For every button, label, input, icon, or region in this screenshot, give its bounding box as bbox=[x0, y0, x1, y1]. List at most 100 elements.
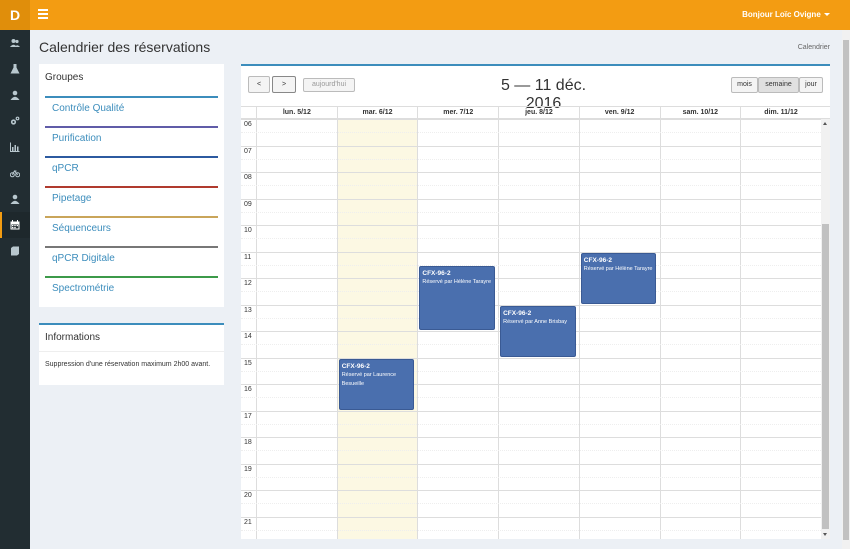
user-menu[interactable]: Bonjour Loïc Ovigne bbox=[742, 0, 830, 30]
group-color-bar bbox=[45, 186, 218, 188]
half-hour-line bbox=[241, 158, 821, 160]
calendar-day-header: lun. 5/12 mar. 6/12 mer. 7/12 jeu. 8/12 ven.… bbox=[241, 106, 830, 119]
group-label: qPCR bbox=[52, 163, 79, 174]
app-logo[interactable]: D bbox=[0, 0, 30, 30]
day-header: ven. 9/12 bbox=[578, 107, 660, 119]
reservation-event[interactable]: CFX-96-2 Réservé par Hélène Tarayre bbox=[580, 252, 657, 304]
hour-label: 11 bbox=[244, 253, 252, 261]
hour-row bbox=[241, 516, 821, 540]
group-item[interactable]: Purification bbox=[45, 126, 218, 156]
day-header: lun. 5/12 bbox=[256, 107, 337, 119]
group-item[interactable]: Pipetage bbox=[45, 186, 218, 216]
user-icon bbox=[10, 194, 20, 204]
scroll-thumb[interactable] bbox=[822, 224, 829, 529]
group-label: Spectrométrie bbox=[52, 283, 115, 294]
half-hour-line bbox=[241, 397, 821, 399]
group-label: Contrôle Qualité bbox=[52, 103, 125, 114]
info-text: Suppression d'une réservation maximum 2h… bbox=[45, 361, 211, 368]
prev-week-button[interactable]: < bbox=[248, 76, 270, 93]
half-hour-line bbox=[241, 132, 821, 134]
sidebar-item-calendar[interactable] bbox=[0, 212, 30, 238]
day-header: sam. 10/12 bbox=[659, 107, 741, 119]
group-label: Pipetage bbox=[52, 193, 92, 204]
next-week-button[interactable]: > bbox=[272, 76, 296, 93]
group-item[interactable]: qPCR bbox=[45, 156, 218, 186]
scroll-up-icon[interactable] bbox=[823, 122, 827, 125]
bicycle-icon bbox=[10, 170, 20, 178]
divider bbox=[39, 351, 224, 352]
groups-title: Groupes bbox=[45, 72, 84, 83]
hour-label: 15 bbox=[244, 359, 252, 367]
calendar-box: < > aujourd'hui 5 — 11 déc. 2016 mois sem… bbox=[241, 64, 830, 539]
hour-label: 08 bbox=[244, 174, 252, 181]
group-color-bar bbox=[45, 126, 218, 128]
event-title: CFX-96-2 bbox=[503, 309, 532, 317]
group-label: Purification bbox=[52, 133, 102, 144]
chevron-down-icon bbox=[824, 13, 830, 17]
scroll-thumb[interactable] bbox=[843, 40, 849, 540]
groups-box: Groupes Contrôle Qualité Purification qPCR… bbox=[39, 64, 224, 307]
group-label: qPCR Digitale bbox=[52, 253, 115, 264]
hour-label: 18 bbox=[244, 439, 252, 446]
sidebar bbox=[0, 30, 30, 549]
half-hour-line bbox=[241, 503, 821, 505]
event-title: CFX-96-2 bbox=[422, 269, 451, 277]
group-item[interactable]: qPCR Digitale bbox=[45, 246, 218, 276]
breadcrumb[interactable]: Calendrier bbox=[798, 44, 830, 51]
calendar-scrollbar[interactable] bbox=[821, 119, 830, 539]
view-jour-button[interactable]: jour bbox=[799, 77, 823, 93]
day-header: mar. 6/12 bbox=[336, 107, 418, 119]
chevron-right-icon: > bbox=[281, 81, 287, 88]
hour-label: 07 bbox=[244, 147, 252, 155]
calendar-time-grid[interactable]: 06 07 08 09 10 11 12 13 14 15 16 17 18 19 20 21 CFX-96-2… bbox=[241, 119, 821, 539]
sidebar-item-docs[interactable] bbox=[0, 238, 30, 264]
sidebar-item-settings[interactable] bbox=[0, 108, 30, 134]
half-hour-line bbox=[241, 450, 821, 452]
calendar-icon bbox=[10, 220, 20, 230]
hour-label: 13 bbox=[244, 306, 252, 314]
group-item[interactable]: Séquenceurs bbox=[45, 216, 218, 246]
chevron-left-icon: < bbox=[256, 81, 262, 88]
user-menu-label: Bonjour Loïc Ovigne bbox=[742, 10, 821, 19]
gears-icon bbox=[10, 116, 20, 125]
half-hour-line bbox=[241, 423, 821, 425]
hour-label: 21 bbox=[244, 518, 252, 526]
sidebar-item-lab[interactable] bbox=[0, 56, 30, 82]
half-hour-line bbox=[241, 370, 821, 372]
reservation-event[interactable]: CFX-96-2 Réservé par Hélène Tarayre bbox=[419, 265, 496, 330]
half-hour-line bbox=[241, 476, 821, 478]
page-scrollbar[interactable] bbox=[842, 30, 850, 549]
half-hour-line bbox=[241, 185, 821, 187]
sidebar-item-stats[interactable] bbox=[0, 134, 30, 160]
today-button[interactable]: aujourd'hui bbox=[303, 78, 355, 92]
reservation-event[interactable]: CFX-96-2 Réservé par Laurence Besueille bbox=[338, 358, 415, 410]
half-hour-line bbox=[241, 264, 821, 266]
group-color-bar bbox=[45, 246, 218, 248]
book-icon bbox=[11, 246, 19, 256]
event-description: Réservé par Hélène Tarayre bbox=[422, 278, 492, 285]
view-semaine-button[interactable]: semaine bbox=[758, 77, 799, 93]
hour-label: 19 bbox=[244, 465, 252, 473]
sidebar-item-profile[interactable] bbox=[0, 82, 30, 108]
sidebar-item-equipment[interactable] bbox=[0, 160, 30, 186]
half-hour-line bbox=[241, 238, 821, 240]
group-color-bar bbox=[45, 96, 218, 98]
menu-toggle-icon[interactable] bbox=[38, 9, 48, 19]
group-item[interactable]: Spectrométrie bbox=[45, 276, 218, 306]
half-hour-line bbox=[241, 211, 821, 213]
day-header: mer. 7/12 bbox=[417, 107, 498, 119]
hour-label: 06 bbox=[244, 121, 252, 128]
event-description: Réservé par Anne Brisbay bbox=[503, 318, 567, 325]
group-item[interactable]: Contrôle Qualité bbox=[45, 96, 218, 126]
flask-icon bbox=[10, 64, 20, 74]
reservation-event[interactable]: CFX-96-2 Réservé par Anne Brisbay bbox=[500, 305, 576, 357]
hour-label: 14 bbox=[244, 333, 252, 340]
hour-label: 12 bbox=[244, 280, 252, 287]
scroll-down-icon[interactable] bbox=[823, 533, 827, 536]
event-description: Réservé par Laurence Besueille bbox=[341, 371, 397, 387]
sidebar-item-users[interactable] bbox=[0, 30, 30, 56]
half-hour-line bbox=[241, 291, 821, 293]
sidebar-item-account[interactable] bbox=[0, 186, 30, 212]
half-hour-line bbox=[241, 529, 821, 531]
view-mois-button[interactable]: mois bbox=[731, 77, 758, 93]
